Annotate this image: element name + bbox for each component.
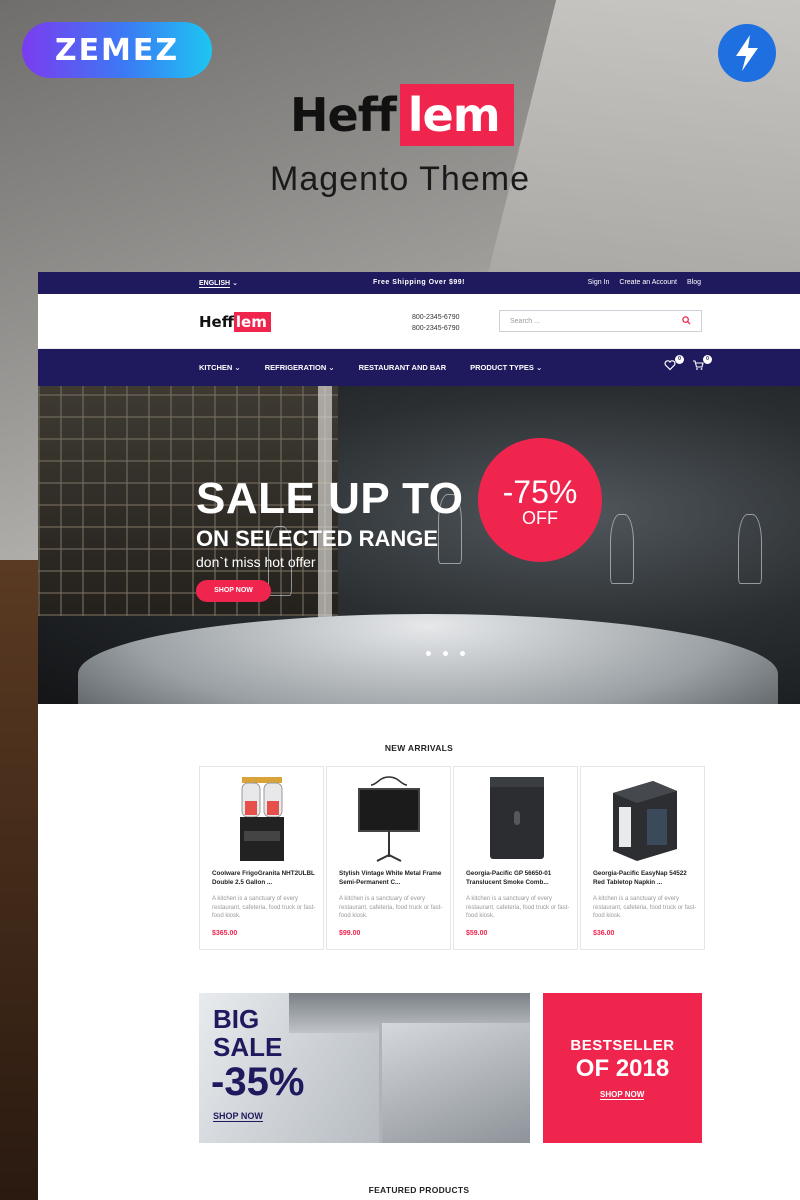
theme-subtitle: Magento Theme <box>270 160 530 198</box>
site-logo-part1: Heff <box>199 313 234 331</box>
phone-number: 800-2345-6790 <box>412 325 460 332</box>
bestseller-line-1: BESTSELLER <box>570 1037 675 1054</box>
product-price: $99.00 <box>339 930 361 937</box>
nav-item-refrigeration[interactable]: REFRIGERATION ⌄ <box>265 363 335 372</box>
discount-value: -75% <box>502 474 578 510</box>
hero-headline: SALE UP TO <box>196 474 464 523</box>
zemez-logo: ZEMEZ <box>22 22 212 78</box>
hero-brand-logo: Heff lem <box>286 84 514 146</box>
slider-dot[interactable] <box>426 651 431 656</box>
site-header: Heff lem 800-2345-6790 800-2345-6790 Sea… <box>38 294 800 349</box>
sign-in-link[interactable]: Sign In <box>588 279 610 286</box>
product-card[interactable]: Georgia-Pacific EasyNap 54522 Red Tablet… <box>580 766 705 950</box>
product-name[interactable]: Stylish Vintage White Metal Frame Semi-P… <box>339 870 443 887</box>
product-description: A kitchen is a sanctuary of every restau… <box>339 896 443 919</box>
new-arrivals-title: NEW ARRIVALS <box>384 743 454 753</box>
nav-item-label: PRODUCT TYPES <box>470 363 534 372</box>
product-price: $59.00 <box>466 930 488 937</box>
product-card[interactable]: Georgia-Pacific GP 56650-01 Translucent … <box>453 766 578 950</box>
bestseller-shop-now-link[interactable]: SHOP NOW <box>600 1090 645 1100</box>
search-input[interactable]: Search ... <box>499 310 702 332</box>
nav-item-kitchen[interactable]: KITCHEN ⌄ <box>199 363 241 372</box>
chevron-down-icon: ⌄ <box>533 363 543 372</box>
product-price: $365.00 <box>212 930 238 937</box>
create-account-link[interactable]: Create an Account <box>619 279 677 286</box>
banner-line-1: BIG <box>213 1004 260 1034</box>
phone-numbers: 800-2345-6790 800-2345-6790 <box>412 312 460 334</box>
wishlist-count-badge: 0 <box>675 355 684 364</box>
wine-glass-image <box>610 514 634 584</box>
featured-products-title: FEATURED PRODUCTS <box>368 1185 470 1195</box>
nav-item-label: REFRIGERATION <box>264 363 327 372</box>
product-description: A kitchen is a sanctuary of every restau… <box>466 896 570 919</box>
product-card[interactable]: Coolware FrigoGranita NHT2ULBL Double 2.… <box>199 766 324 950</box>
hero-subheadline: ON SELECTED RANGE <box>196 526 439 551</box>
main-nav: KITCHEN ⌄ REFRIGERATION ⌄ RESTAURANT AND… <box>38 349 800 386</box>
site-logo-part2: lem <box>233 312 271 332</box>
hero-tagline: don`t miss hot offer <box>196 554 316 570</box>
nav-item-product-types[interactable]: PRODUCT TYPES ⌄ <box>470 363 542 372</box>
wine-glass-image <box>738 514 762 584</box>
napkin-dispenser-icon <box>613 781 677 861</box>
heart-icon <box>664 360 676 371</box>
chevron-down-icon: ⌄ <box>326 363 335 372</box>
product-card[interactable]: Stylish Vintage White Metal Frame Semi-P… <box>326 766 451 950</box>
cart-icon <box>693 360 704 370</box>
product-price: $36.00 <box>593 930 615 937</box>
site-logo[interactable]: Heff lem <box>199 312 271 332</box>
discount-suffix: OFF <box>522 508 558 528</box>
top-bar: ENGLISH ⌄ Free Shipping Over $99! Sign I… <box>38 272 800 294</box>
banner-line-2: SALE <box>213 1032 283 1062</box>
website-preview: ENGLISH ⌄ Free Shipping Over $99! Sign I… <box>38 272 800 1200</box>
search-placeholder: Search ... <box>510 318 540 325</box>
chalkboard-easel-icon <box>358 776 420 862</box>
cart-count-badge: 0 <box>703 355 712 364</box>
slider-dot[interactable] <box>443 651 448 656</box>
cart-button[interactable]: 0 <box>692 355 712 373</box>
hero-brand-part1: Heff <box>290 88 397 142</box>
hero-shop-now-button[interactable]: SHOP NOW <box>196 580 271 602</box>
nav-item-restaurant-and-bar[interactable]: RESTAURANT AND BAR <box>359 363 447 372</box>
product-name[interactable]: Georgia-Pacific GP 56650-01 Translucent … <box>466 870 570 887</box>
wishlist-button[interactable]: 0 <box>664 355 684 373</box>
blog-link[interactable]: Blog <box>687 279 701 286</box>
hero-brand-part2: lem <box>399 84 514 146</box>
account-links: Sign In Create an Account Blog <box>588 279 701 286</box>
banner-discount: -35% <box>211 1060 305 1104</box>
product-description: A kitchen is a sanctuary of every restau… <box>212 896 316 919</box>
product-name[interactable]: Georgia-Pacific EasyNap 54522 Red Tablet… <box>593 870 697 887</box>
hero-slider: SALE UP TO ON SELECTED RANGE don`t miss … <box>38 386 800 704</box>
slush-machine-icon <box>240 777 284 861</box>
banner-shop-now-link[interactable]: SHOP NOW <box>213 1111 263 1122</box>
bestseller-line-2: OF 2018 <box>575 1055 670 1082</box>
product-name[interactable]: Coolware FrigoGranita NHT2ULBL Double 2.… <box>212 870 316 887</box>
discount-badge: -75% OFF <box>478 438 602 562</box>
chevron-down-icon: ⌄ <box>232 363 241 372</box>
lightning-bolt-icon <box>718 24 776 82</box>
product-description: A kitchen is a sanctuary of every restau… <box>593 896 697 919</box>
nav-item-label: KITCHEN <box>199 363 233 372</box>
big-sale-banner[interactable]: BIG SALE -35% SHOP NOW <box>199 993 530 1143</box>
nav-item-label: RESTAURANT AND BAR <box>358 363 447 372</box>
banner-background-counter <box>379 1023 530 1143</box>
hero-background-table <box>78 614 778 704</box>
slider-pagination <box>426 651 465 656</box>
bestseller-banner[interactable]: BESTSELLER OF 2018 SHOP NOW <box>543 993 702 1143</box>
slider-dot[interactable] <box>460 651 465 656</box>
phone-number: 800-2345-6790 <box>412 314 460 321</box>
towel-dispenser-icon <box>490 777 544 859</box>
search-icon[interactable] <box>682 316 691 327</box>
product-grid: Coolware FrigoGranita NHT2ULBL Double 2.… <box>199 766 705 950</box>
